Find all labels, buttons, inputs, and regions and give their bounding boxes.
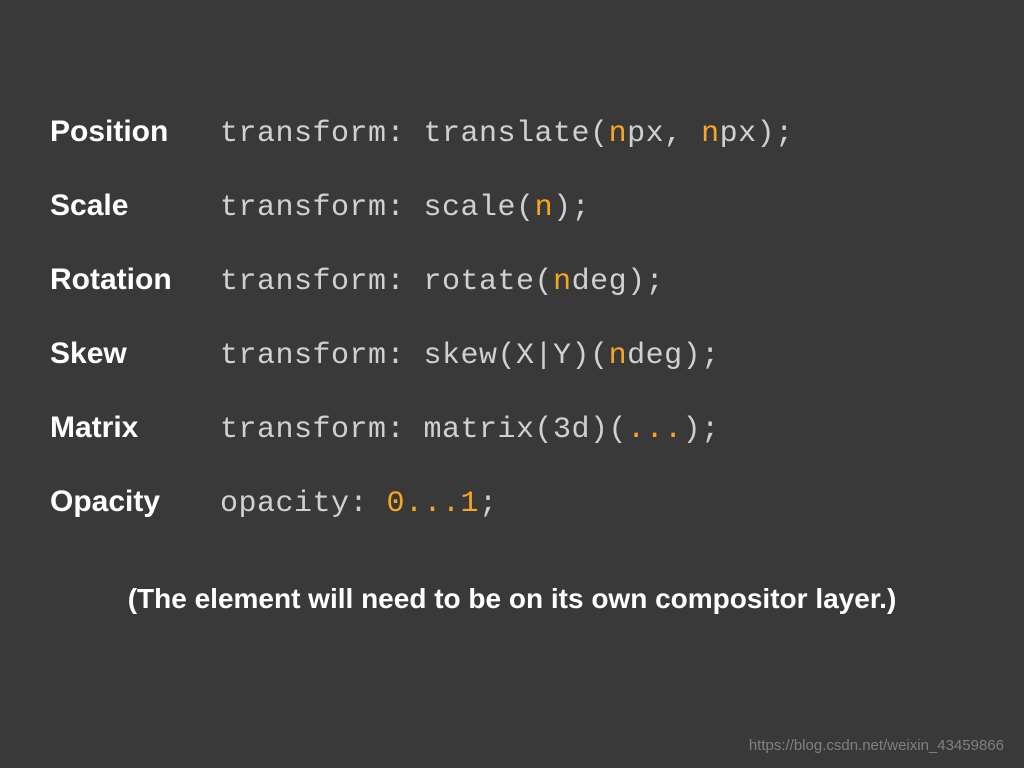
label-rotation: Rotation xyxy=(50,263,220,297)
code-text: ; xyxy=(479,487,498,521)
code-text: transform: matrix(3d)( xyxy=(220,413,627,447)
code-highlight: n xyxy=(553,265,572,299)
row-opacity: Opacity opacity: 0...1; xyxy=(50,485,974,521)
code-text: transform: rotate( xyxy=(220,265,553,299)
row-position: Position transform: translate(npx, npx); xyxy=(50,115,974,151)
code-skew: transform: skew(X|Y)(ndeg); xyxy=(220,339,720,373)
code-rotation: transform: rotate(ndeg); xyxy=(220,265,664,299)
label-scale: Scale xyxy=(50,189,220,223)
label-skew: Skew xyxy=(50,337,220,371)
row-scale: Scale transform: scale(n); xyxy=(50,189,974,225)
code-text: ); xyxy=(683,413,720,447)
code-highlight: ... xyxy=(627,413,683,447)
label-opacity: Opacity xyxy=(50,485,220,519)
code-opacity: opacity: 0...1; xyxy=(220,487,498,521)
code-scale: transform: scale(n); xyxy=(220,191,590,225)
code-highlight: 0...1 xyxy=(387,487,480,521)
code-highlight: n xyxy=(609,339,628,373)
code-highlight: n xyxy=(535,191,554,225)
code-text: opacity: xyxy=(220,487,387,521)
code-highlight: n xyxy=(701,117,720,151)
code-highlight: n xyxy=(609,117,628,151)
slide-content: Position transform: translate(npx, npx);… xyxy=(0,0,1024,615)
label-position: Position xyxy=(50,115,220,149)
code-text: deg); xyxy=(572,265,665,299)
row-skew: Skew transform: skew(X|Y)(ndeg); xyxy=(50,337,974,373)
code-text: transform: skew(X|Y)( xyxy=(220,339,609,373)
code-text: transform: translate( xyxy=(220,117,609,151)
watermark-url: https://blog.csdn.net/weixin_43459866 xyxy=(749,737,1004,754)
code-matrix: transform: matrix(3d)(...); xyxy=(220,413,720,447)
code-text: deg); xyxy=(627,339,720,373)
code-text: transform: scale( xyxy=(220,191,535,225)
row-matrix: Matrix transform: matrix(3d)(...); xyxy=(50,411,974,447)
code-text: px); xyxy=(720,117,794,151)
code-text: px, xyxy=(627,117,701,151)
footer-note: (The element will need to be on its own … xyxy=(50,583,974,615)
row-rotation: Rotation transform: rotate(ndeg); xyxy=(50,263,974,299)
label-matrix: Matrix xyxy=(50,411,220,445)
code-text: ); xyxy=(553,191,590,225)
code-position: transform: translate(npx, npx); xyxy=(220,117,794,151)
